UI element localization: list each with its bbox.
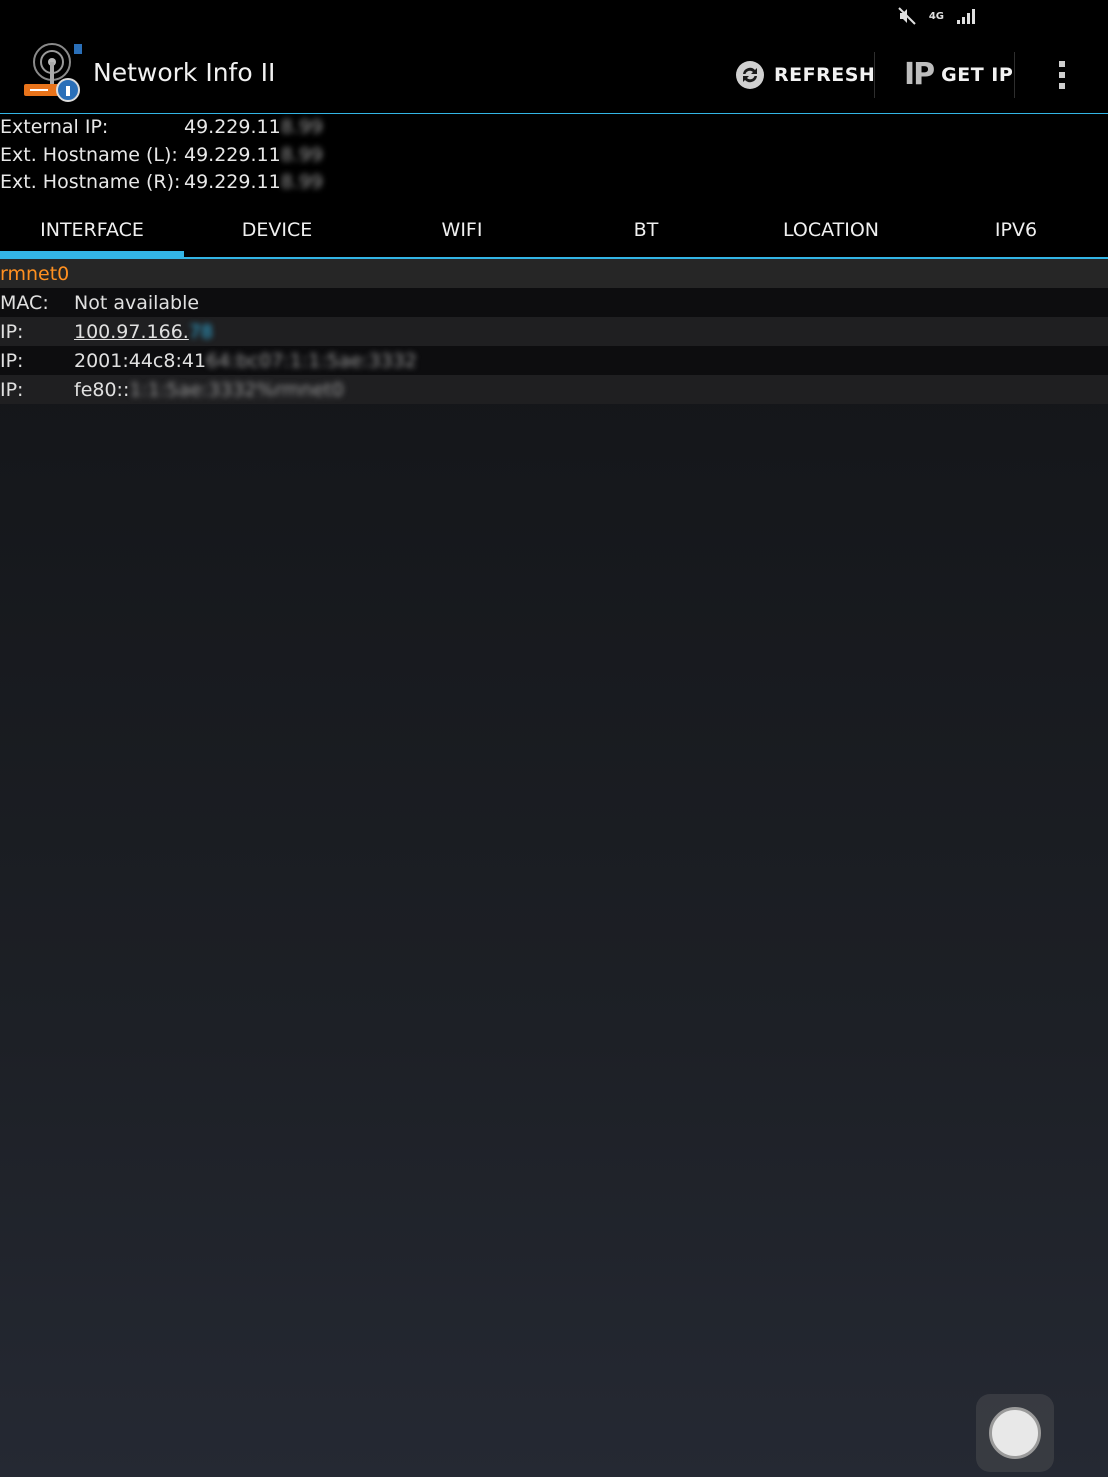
tab-bar: INTERFACE DEVICE WIFI BT LOCATION IPV6 (0, 202, 1108, 259)
status-bar: 4G (0, 0, 1108, 36)
ipv6-link-local-hidden: 1:1:5ae:3332%rmnet0 (129, 378, 344, 401)
ext-hostname-remote-row: Ext. Hostname (R): 49.229.11 8.99 (0, 171, 323, 199)
ipv6-global-hidden: 64:bc07:1:1:5ae:3332 (206, 349, 417, 372)
overflow-menu-button[interactable] (1048, 54, 1076, 96)
overflow-dot-icon (1059, 61, 1065, 67)
action-divider (874, 52, 875, 98)
ext-hostname-local-value[interactable]: 49.229.11 (184, 144, 281, 172)
active-tab-indicator (0, 251, 184, 257)
external-ip-hidden: 8.99 (280, 116, 324, 138)
ext-hostname-remote-value[interactable]: 49.229.11 (184, 171, 281, 199)
overflow-dot-icon (1059, 83, 1065, 89)
ip-label: IP: (0, 349, 24, 372)
assistive-circle-icon (989, 1407, 1041, 1459)
status-icons: 4G (897, 6, 976, 26)
ext-hostname-local-row: Ext. Hostname (L): 49.229.11 8.99 (0, 144, 323, 172)
app-title: Network Info II (93, 58, 276, 87)
ip-icon: IP (904, 57, 935, 92)
tab-interface[interactable]: INTERFACE (0, 202, 184, 257)
ipv6-global-value: 2001:44c8:41 (74, 349, 207, 372)
refresh-button[interactable]: REFRESH (734, 36, 875, 113)
ip-label: IP: (0, 320, 24, 343)
ext-hostname-remote-hidden: 8.99 (280, 171, 324, 193)
external-info-panel: External IP: 49.229.11 8.99 Ext. Hostnam… (0, 114, 1108, 202)
tab-bt[interactable]: BT (554, 202, 738, 257)
ipv6-link-local-value: fe80:: (74, 378, 130, 401)
signal-icon (957, 9, 975, 24)
get-ip-button[interactable]: IP GET IP (904, 36, 1013, 113)
mute-icon (898, 7, 916, 25)
ip-row: IP: 100.97.166. 78 (0, 317, 1108, 346)
mac-row: MAC: Not available (0, 288, 1108, 317)
external-ip-row: External IP: 49.229.11 8.99 (0, 116, 323, 144)
ext-hostname-remote-label: Ext. Hostname (R): (0, 171, 181, 193)
mac-value: Not available (74, 291, 200, 314)
assistive-touch-button[interactable] (976, 1394, 1054, 1472)
tab-device[interactable]: DEVICE (185, 202, 369, 257)
ext-hostname-local-label: Ext. Hostname (L): (0, 144, 178, 166)
app-logo-icon[interactable] (22, 40, 86, 104)
tab-location[interactable]: LOCATION (739, 202, 923, 257)
ipv4-link[interactable]: 100.97.166. (74, 321, 189, 343)
external-ip-label: External IP: (0, 116, 109, 138)
external-ip-value[interactable]: 49.229.11 (184, 116, 281, 144)
tab-ipv6[interactable]: IPV6 (924, 202, 1108, 257)
mac-label: MAC: (0, 291, 49, 314)
interface-name: rmnet0 (0, 259, 1108, 288)
ext-hostname-local-hidden: 8.99 (280, 144, 324, 166)
action-bar: Network Info II REFRESH IP GET IP (0, 36, 1108, 115)
ip-row: IP: 2001:44c8:41 64:bc07:1:1:5ae:3332 (0, 346, 1108, 375)
ip-row: IP: fe80:: 1:1:5ae:3332%rmnet0 (0, 375, 1108, 404)
refresh-label: REFRESH (774, 63, 876, 86)
refresh-icon (736, 60, 764, 89)
network-type-label: 4G (928, 10, 944, 22)
tab-wifi[interactable]: WIFI (370, 202, 554, 257)
ipv4-hidden: 78 (188, 320, 214, 343)
ip-label: IP: (0, 378, 24, 401)
overflow-dot-icon (1059, 72, 1065, 78)
get-ip-label: GET IP (941, 63, 1014, 86)
action-divider (1014, 52, 1015, 98)
